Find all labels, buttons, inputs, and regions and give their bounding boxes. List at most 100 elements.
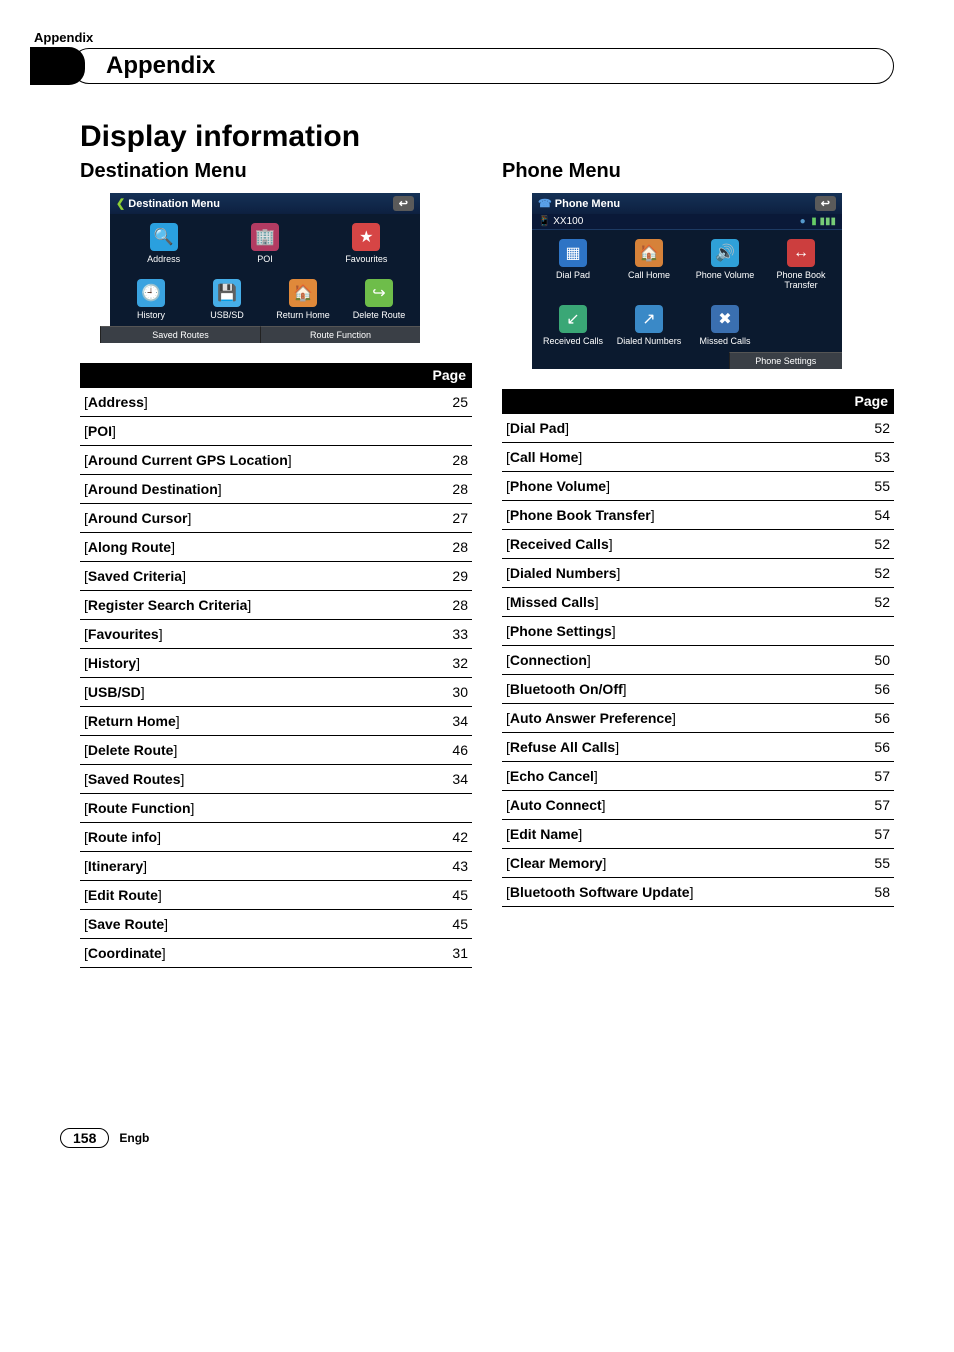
- index-entry-page: 55: [846, 471, 894, 500]
- menu-label: Delete Route: [342, 311, 416, 321]
- index-row: Auto Answer Preference56: [502, 703, 894, 732]
- index-entry-page: 28: [424, 474, 472, 503]
- index-row: Return Home 34: [80, 706, 472, 735]
- index-entry-label: Missed Calls: [506, 594, 599, 610]
- menu-icon: ↗: [635, 305, 663, 333]
- index-entry-label: Delete Route: [84, 742, 177, 758]
- index-entry-label: Register Search Criteria: [84, 597, 251, 613]
- index-entry-label: Phone Settings: [506, 623, 616, 639]
- index-row: Saved Routes34: [80, 764, 472, 793]
- index-row: Register Search Criteria 28: [80, 590, 472, 619]
- index-row: Around Current GPS Location28: [80, 445, 472, 474]
- index-entry-label: Bluetooth On/Off: [506, 681, 627, 697]
- menu-label: Favourites: [317, 255, 416, 265]
- menu-item: ↪ Delete Route: [342, 276, 416, 324]
- page-number: 158: [60, 1128, 109, 1148]
- index-entry-page: 29: [424, 561, 472, 590]
- menu-label: Return Home: [266, 311, 340, 321]
- index-entry-page: 27: [424, 503, 472, 532]
- index-entry-label: Edit Name: [506, 826, 582, 842]
- page-header: Page: [424, 363, 472, 388]
- index-entry-label: History: [84, 655, 140, 671]
- index-entry-label: Clear Memory: [506, 855, 606, 871]
- menu-label: History: [114, 311, 188, 321]
- index-entry-label: Save Route: [84, 916, 168, 932]
- menu-icon: 🔍: [150, 223, 178, 251]
- menu-item: ▦Dial Pad: [536, 236, 610, 294]
- index-entry-label: Dial Pad: [506, 420, 569, 436]
- index-row: Route Function: [80, 793, 472, 822]
- menu-icon: 🕘: [137, 279, 165, 307]
- page-footer: 158 Engb: [60, 1128, 894, 1148]
- footer-saved-routes: Saved Routes: [100, 326, 260, 343]
- index-row: Saved Criteria29: [80, 561, 472, 590]
- destination-menu-heading: Destination Menu: [80, 160, 472, 183]
- index-row: Call Home 53: [502, 442, 894, 471]
- index-row: Around Destination28: [80, 474, 472, 503]
- index-row: Refuse All Calls56: [502, 732, 894, 761]
- index-entry-label: Bluetooth Software Update: [506, 884, 693, 900]
- index-entry-label: Edit Route: [84, 887, 162, 903]
- index-row: Clear Memory55: [502, 848, 894, 877]
- index-entry-page: [424, 416, 472, 445]
- menu-icon: ▦: [559, 239, 587, 267]
- destination-menu-screenshot: ❮ Destination Menu ↩ 🔍Address🏢POI★Favour…: [110, 193, 420, 343]
- menu-label: Dialed Numbers: [612, 337, 686, 347]
- index-row: Phone Settings: [502, 616, 894, 645]
- menu-item: 🔊 Phone Volume: [688, 236, 762, 294]
- index-row: Edit Route45: [80, 880, 472, 909]
- menu-item: ✖Missed Calls: [688, 302, 762, 350]
- page-header: Page: [846, 389, 894, 414]
- index-entry-page: 53: [846, 442, 894, 471]
- index-entry-page: 52: [846, 413, 894, 442]
- main-heading: Display information: [80, 120, 894, 154]
- index-entry-label: Call Home: [506, 449, 582, 465]
- index-entry-page: 32: [424, 648, 472, 677]
- status-icons: ● ▮ ▮▮▮: [800, 216, 836, 227]
- index-entry-label: Received Calls: [506, 536, 613, 552]
- phone-index-table: Page Dial Pad 52 Call Home 53Phone Volume55…: [502, 389, 894, 907]
- chapter-bar: Appendix: [30, 47, 894, 85]
- footer-phone-settings: Phone Settings: [729, 352, 843, 369]
- index-entry-page: [846, 616, 894, 645]
- index-row: Bluetooth On/Off56: [502, 674, 894, 703]
- index-entry-label: Auto Answer Preference: [506, 710, 676, 726]
- index-entry-label: Return Home: [84, 713, 180, 729]
- index-entry-page: 46: [424, 735, 472, 764]
- index-entry-page: 52: [846, 587, 894, 616]
- index-entry-page: 34: [424, 706, 472, 735]
- index-entry-page: 45: [424, 909, 472, 938]
- index-row: Around Cursor27: [80, 503, 472, 532]
- screenshot-title: ❮ Destination Menu: [116, 197, 220, 210]
- index-entry-label: Along Route: [84, 539, 175, 555]
- menu-label: Phone Volume: [688, 271, 762, 281]
- index-entry-label: Route info: [84, 829, 161, 845]
- index-row: History 32: [80, 648, 472, 677]
- index-entry-label: Echo Cancel: [506, 768, 598, 784]
- index-entry-page: 42: [424, 822, 472, 851]
- device-name: 📱 XX100: [538, 216, 583, 227]
- menu-icon: 🔊: [711, 239, 739, 267]
- index-entry-page: 28: [424, 590, 472, 619]
- menu-item: 🕘 History: [114, 276, 188, 324]
- index-row: Edit Name 57: [502, 819, 894, 848]
- back-icon: ↩: [393, 196, 414, 211]
- index-entry-page: 57: [846, 819, 894, 848]
- index-entry-page: 30: [424, 677, 472, 706]
- menu-icon: ↙: [559, 305, 587, 333]
- index-row: Phone Volume55: [502, 471, 894, 500]
- index-entry-label: Coordinate: [84, 945, 166, 961]
- index-entry-page: 25: [424, 387, 472, 416]
- index-entry-label: Connection: [506, 652, 591, 668]
- menu-label: Received Calls: [536, 337, 610, 347]
- destination-index-table: Page Address25POIAround Current GPS Loca…: [80, 363, 472, 968]
- menu-label: Address: [114, 255, 213, 265]
- index-entry-label: Dialed Numbers: [506, 565, 620, 581]
- index-entry-label: Around Current GPS Location: [84, 452, 292, 468]
- index-row: Address25: [80, 387, 472, 416]
- menu-icon: ↪: [365, 279, 393, 307]
- menu-icon: 🏠: [289, 279, 317, 307]
- index-entry-page: 43: [424, 851, 472, 880]
- index-entry-page: [424, 793, 472, 822]
- index-entry-page: 31: [424, 938, 472, 967]
